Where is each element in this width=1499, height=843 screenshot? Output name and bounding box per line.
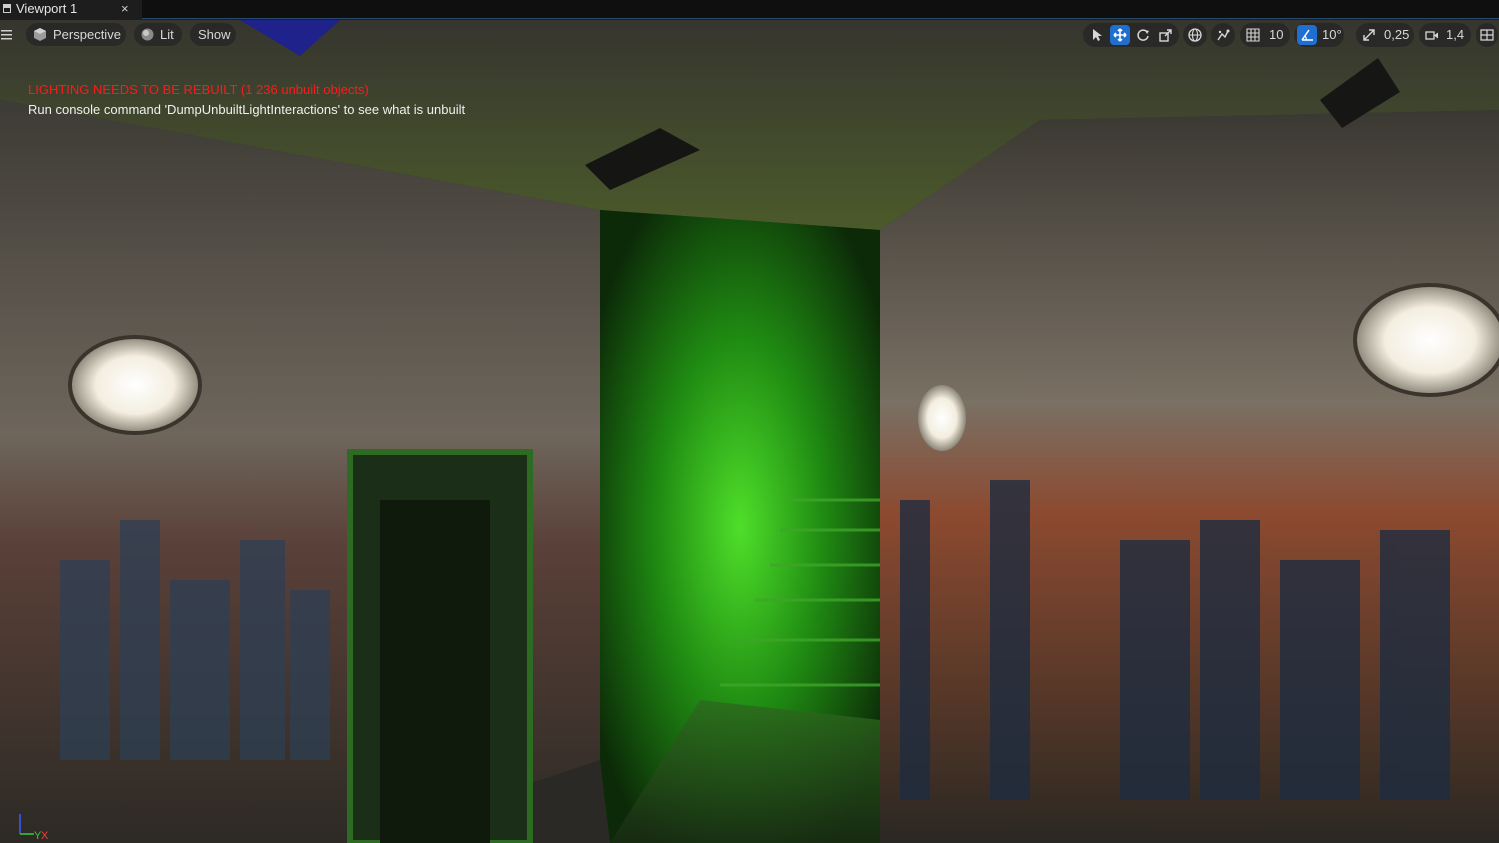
- camera-speed-icon[interactable]: [1422, 25, 1442, 45]
- surface-snap-icon[interactable]: [1213, 25, 1233, 45]
- axis-indicator-icon: Y X: [19, 814, 49, 842]
- console-hint: Run console command 'DumpUnbuiltLightInt…: [28, 102, 466, 117]
- lighting-warning: LIGHTING NEEDS TO BE REBUILT (1 236 unbu…: [28, 82, 369, 97]
- cube-icon: [34, 28, 46, 41]
- scale-snap-control: 0,25: [1356, 23, 1414, 47]
- axis-label-x: X: [41, 830, 49, 842]
- show-label: Show: [198, 27, 231, 42]
- viewport-layout-toggle: [1476, 23, 1498, 47]
- perspective-label: Perspective: [53, 27, 121, 42]
- scale-snap-icon[interactable]: [1359, 25, 1379, 45]
- grid-snap-control: 10: [1240, 23, 1290, 47]
- scale-icon[interactable]: [1156, 25, 1176, 45]
- lit-label: Lit: [160, 27, 174, 42]
- rotate-icon[interactable]: [1133, 25, 1153, 45]
- tab-title: Viewport 1: [16, 1, 78, 16]
- viewport-tab-icon: [3, 4, 11, 13]
- hamburger-menu-icon[interactable]: [0, 25, 14, 45]
- perspective-button[interactable]: Perspective: [26, 23, 126, 46]
- world-local-toggle: [1183, 23, 1207, 47]
- world-local-icon[interactable]: [1185, 25, 1205, 45]
- close-icon[interactable]: ×: [121, 0, 129, 17]
- rotation-snap-value[interactable]: 10°: [1322, 26, 1342, 44]
- lit-button[interactable]: Lit: [134, 23, 182, 46]
- level-viewport[interactable]: LIGHTING NEEDS TO BE REBUILT (1 236 unbu…: [0, 20, 1499, 843]
- tab-bar: Viewport 1 ×: [0, 0, 1499, 20]
- tab-divider: [142, 18, 1499, 19]
- tab-viewport-1[interactable]: Viewport 1 ×: [0, 0, 142, 19]
- scene-render[interactable]: [0, 20, 1499, 843]
- camera-speed-control: 1,4: [1419, 23, 1471, 47]
- scale-snap-value[interactable]: 0,25: [1384, 26, 1409, 44]
- viewport-layout-icon[interactable]: [1477, 25, 1497, 45]
- grid-snap-value[interactable]: 10: [1269, 26, 1283, 44]
- translate-icon[interactable]: [1110, 25, 1130, 45]
- camera-speed-value[interactable]: 1,4: [1446, 26, 1464, 44]
- rotation-snap-control: 10°: [1294, 23, 1344, 47]
- grid-snap-icon[interactable]: [1243, 25, 1263, 45]
- select-icon[interactable]: [1087, 25, 1107, 45]
- lit-sphere-icon: [141, 28, 154, 41]
- angle-snap-icon[interactable]: [1297, 25, 1317, 45]
- show-button[interactable]: Show: [190, 23, 236, 46]
- transform-tools: [1083, 23, 1179, 47]
- surface-snap-toggle: [1211, 23, 1235, 47]
